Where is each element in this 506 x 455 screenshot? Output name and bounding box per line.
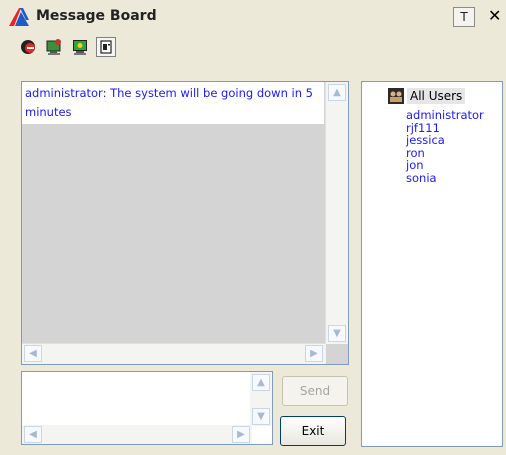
message-horizontal-scrollbar[interactable]: ◀ ▶ bbox=[22, 343, 326, 364]
title-bar[interactable]: Message Board T ✕ bbox=[0, 0, 506, 34]
send-button[interactable]: Send bbox=[282, 376, 348, 406]
broadcast-computer-icon bbox=[73, 40, 87, 55]
close-button[interactable]: ✕ bbox=[488, 6, 501, 25]
exit-button[interactable]: Exit bbox=[280, 416, 346, 446]
do-not-disturb-icon bbox=[21, 40, 35, 54]
users-tree[interactable]: All Users administrator rjf111 jessica r… bbox=[361, 81, 503, 447]
user-computer-button[interactable] bbox=[44, 37, 64, 57]
input-vertical-scrollbar[interactable]: ▲ ▼ bbox=[250, 372, 272, 426]
scroll-down-arrow-icon[interactable]: ▼ bbox=[328, 325, 346, 342]
user-item[interactable]: jessica bbox=[406, 134, 484, 147]
scroll-up-arrow-icon[interactable]: ▲ bbox=[328, 84, 346, 101]
user-item[interactable]: administrator bbox=[406, 109, 484, 122]
user-computer-icon bbox=[46, 39, 61, 55]
input-scroll-right-arrow-icon[interactable]: ▶ bbox=[232, 426, 250, 443]
scroll-right-arrow-icon[interactable]: ▶ bbox=[305, 345, 323, 362]
input-scroll-left-arrow-icon[interactable]: ◀ bbox=[24, 426, 42, 443]
message-item: administrator: The system will be going … bbox=[22, 82, 324, 124]
view-list-icon bbox=[100, 40, 112, 54]
do-not-disturb-button[interactable] bbox=[18, 37, 38, 57]
message-vertical-scrollbar[interactable]: ▲ ▼ bbox=[325, 82, 348, 344]
pin-button[interactable]: T bbox=[453, 7, 475, 27]
message-board-window: Message Board T ✕ administrator: The sys… bbox=[0, 0, 506, 455]
message-input[interactable]: ▲ ▼ ◀ ▶ bbox=[21, 371, 273, 445]
message-list[interactable]: administrator: The system will be going … bbox=[21, 81, 349, 365]
window-title: Message Board bbox=[36, 8, 157, 24]
view-list-button[interactable] bbox=[96, 37, 116, 57]
input-scroll-up-arrow-icon[interactable]: ▲ bbox=[252, 374, 270, 391]
scroll-left-arrow-icon[interactable]: ◀ bbox=[24, 345, 42, 362]
broadcast-computer-button[interactable] bbox=[70, 37, 90, 57]
user-item[interactable]: jon bbox=[406, 159, 484, 172]
app-logo-icon bbox=[9, 8, 29, 26]
input-scroll-down-arrow-icon[interactable]: ▼ bbox=[252, 408, 270, 425]
user-list: administrator rjf111 jessica ron jon son… bbox=[406, 109, 484, 184]
users-group-icon bbox=[388, 88, 404, 104]
input-horizontal-scrollbar[interactable]: ◀ ▶ bbox=[22, 425, 252, 444]
all-users-label: All Users bbox=[407, 88, 466, 104]
user-item[interactable]: sonia bbox=[406, 171, 484, 185]
